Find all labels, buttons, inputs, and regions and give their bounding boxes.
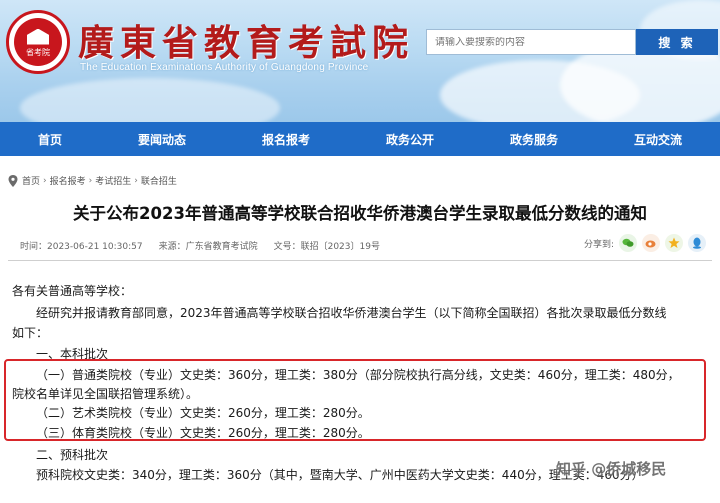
article-time: 时间：2023-06-21 10:30:57 [20,242,143,252]
body-paragraph: 院校名单详见全国联招管理系统）。 [12,387,199,401]
site-subtitle: The Education Examinations Authority of … [80,62,369,73]
breadcrumb-separator: › [43,175,47,186]
site-title: 廣東省教育考試院 [78,22,415,64]
body-paragraph: 经研究并报请教育部同意，2023年普通高等学校联合招收华侨港澳台学生（以下简称全… [36,306,667,320]
weibo-share-icon[interactable] [642,234,661,252]
nav-item-services[interactable]: 政务服务 [504,131,564,148]
wechat-share-icon[interactable] [619,234,638,252]
breadcrumb-item[interactable]: 考试招生 [95,174,131,187]
breadcrumb-separator: › [134,175,138,186]
breadcrumb-item[interactable]: 首页 [22,174,40,187]
body-paragraph: 预科院校文史类：340分，理工类：360分（其中，暨南大学、广州中医药大学文史类… [36,468,644,482]
site-logo[interactable]: 省考院 [6,10,70,74]
nav-item-disclosure[interactable]: 政务公开 [380,131,440,148]
article-source: 来源：广东省教育考试院 [158,242,258,252]
share-label: 分享到: [584,239,615,250]
breadcrumb-separator: › [88,175,93,186]
site-banner: 省考院 廣東省教育考試院 The Education Examinations … [0,0,720,122]
watermark: 知乎 @侨城移民 [556,458,666,479]
qq-share-icon[interactable] [688,234,707,252]
logo-emblem: 省考院 [14,18,62,66]
qzone-share-icon[interactable] [665,234,684,252]
breadcrumb: 首页 › 报名报考 › 考试招生 › 联合招生 [8,174,177,187]
logo-text: 省考院 [26,47,50,57]
body-paragraph: 如下： [12,326,49,340]
body-paragraph: （二）艺术类院校（专业）文史类：260分，理工类：280分。 [36,406,370,420]
article-title: 关于公布2023年普通高等学校联合招收华侨港澳台学生录取最低分数线的通知 [73,204,647,223]
location-pin-icon [8,174,18,187]
nav-item-home[interactable]: 首页 [32,131,68,148]
article-doc-number: 文号：联招〔2023〕19号 [273,242,380,252]
body-paragraph: （三）体育类院校（专业）文史类：260分，理工类：280分。 [36,426,370,440]
section-heading: 二、预科批次 [36,448,109,462]
header-divider [8,260,712,261]
nav-item-registration[interactable]: 报名报考 [256,131,316,148]
nav-item-interaction[interactable]: 互动交流 [628,131,688,148]
watermark-text: 知乎 @侨城移民 [556,460,667,478]
banner-cloud [20,78,280,122]
body-paragraph: （一）普通类院校（专业）文史类：360分，理工类：380分（部分院校执行高分线，… [36,368,680,382]
building-icon [27,28,49,45]
main-nav: 首页 要闻动态 报名报考 政务公开 政务服务 互动交流 [0,122,720,156]
search-input[interactable] [435,36,627,48]
breadcrumb-item[interactable]: 报名报考 [50,174,86,187]
search-box[interactable] [426,29,636,55]
search-button[interactable]: 搜 索 [636,29,718,55]
nav-item-news[interactable]: 要闻动态 [132,131,192,148]
breadcrumb-item[interactable]: 联合招生 [141,174,177,187]
body-salutation: 各有关普通高等学校： [12,284,133,298]
share-bar: 分享到: [584,234,707,252]
article-meta: 时间：2023-06-21 10:30:57 来源：广东省教育考试院 文号：联招… [20,239,380,252]
